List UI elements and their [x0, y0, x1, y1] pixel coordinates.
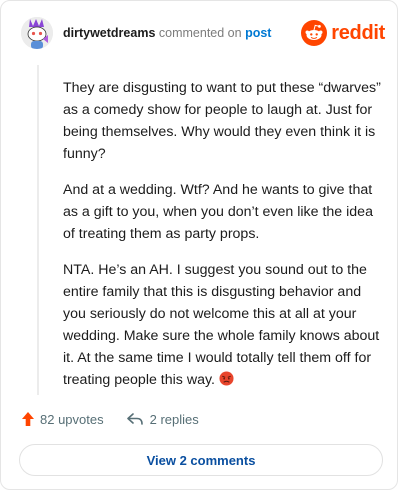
replies-button[interactable]: 2 replies [126, 412, 199, 427]
comment-paragraph-3-text: NTA. He’s an AH. I suggest you sound out… [63, 262, 380, 388]
snoo-avatar-icon [21, 17, 53, 49]
upvote-arrow-icon [22, 412, 34, 426]
comment-paragraph-2: And at a wedding. Wtf? And he wants to g… [63, 182, 373, 242]
user-avatar[interactable] [21, 17, 53, 49]
comment-byline: dirtywetdreams commented on post [63, 26, 271, 40]
comment-body: They are disgusting to want to put these… [63, 77, 383, 405]
upvote-count: 82 upvotes [40, 411, 104, 427]
reddit-wordmark: reddit [331, 21, 385, 44]
replies-count: 2 replies [149, 411, 199, 427]
reddit-snoo-icon [301, 20, 328, 46]
comment-paragraph-1: They are disgusting to want to put these… [63, 80, 381, 162]
post-link[interactable]: post [245, 26, 271, 40]
upvote-button[interactable]: 82 upvotes [21, 411, 104, 427]
reddit-logo[interactable]: reddit [301, 19, 385, 47]
thread-line[interactable] [37, 65, 39, 395]
commented-on-text: commented on [158, 26, 242, 40]
view-comments-button[interactable]: View 2 comments [19, 444, 383, 476]
comment-footer: 82 upvotes 2 replies [21, 409, 199, 429]
comment-paragraph-3: NTA. He’s an AH. I suggest you sound out… [63, 259, 383, 391]
reply-arrow-icon [126, 413, 143, 425]
angry-face-emoji [219, 371, 234, 386]
comment-card: dirtywetdreams commented on post reddit … [0, 0, 398, 490]
comment-header: dirtywetdreams commented on post reddit [21, 17, 385, 49]
username-link[interactable]: dirtywetdreams [63, 26, 155, 40]
